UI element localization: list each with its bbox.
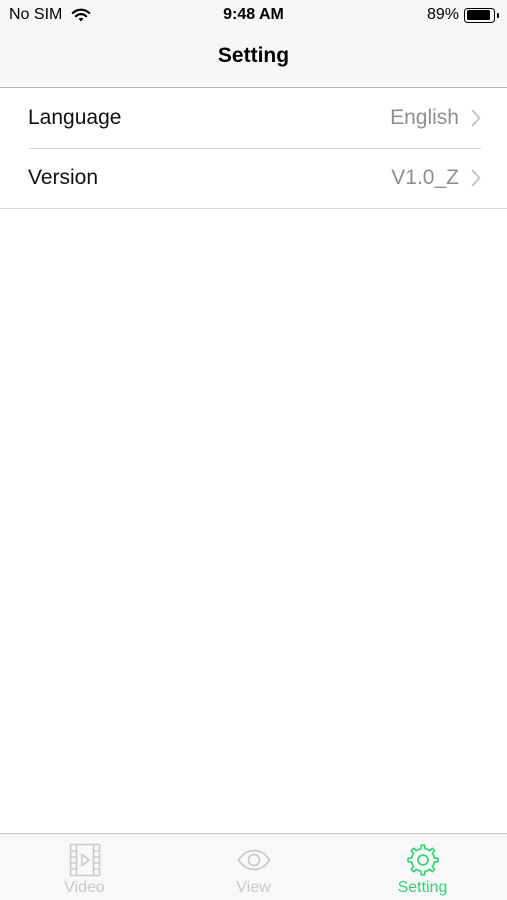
settings-row-value: English [390,106,459,129]
gear-icon [406,844,439,876]
chevron-right-icon [471,109,481,127]
tab-label: Setting [397,879,448,896]
battery-cap [496,12,499,18]
page-title: Setting [217,44,290,67]
tab-setting[interactable]: Setting [338,834,507,900]
battery-level [466,10,490,20]
eye-icon [236,849,271,871]
settings-row-language[interactable]: Language English [0,88,507,148]
settings-row-version[interactable]: Version V1.0_Z [0,148,507,208]
status-right: 89% [426,6,499,24]
top-bar: No SIM 9:48 AM 89% Setting [0,0,507,88]
settings-list: Language English Version V1.0_Z [0,88,507,209]
settings-row-value: V1.0_Z [391,166,459,189]
tab-label: Video [64,879,105,896]
status-bar: No SIM 9:48 AM 89% [0,0,507,30]
tab-video[interactable]: Video [0,834,169,900]
settings-row-label: Language [28,106,122,129]
chevron-right-icon [471,169,481,187]
film-play-icon [69,843,100,877]
tab-view[interactable]: View [169,834,338,900]
tab-bar: Video View Setting [0,833,507,900]
battery-icon [464,7,499,23]
settings-row-label: Version [28,166,99,189]
battery-percent: 89% [426,6,459,23]
tab-label: View [236,879,271,896]
